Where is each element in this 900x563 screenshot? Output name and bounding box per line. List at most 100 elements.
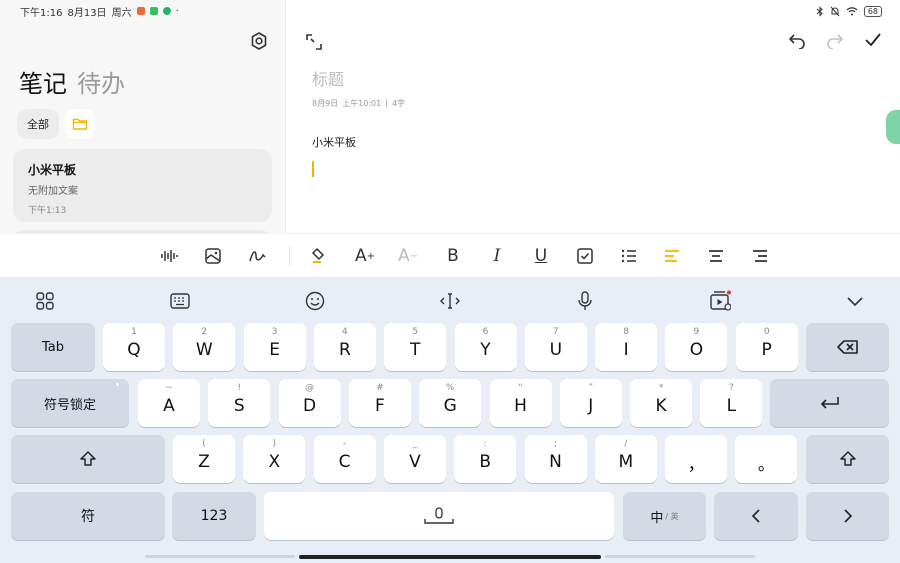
key-f[interactable]: # F xyxy=(348,379,411,427)
key-o[interactable]: 9O xyxy=(665,323,728,371)
tab-key[interactable]: Tab xyxy=(11,323,95,371)
key-u[interactable]: 7U xyxy=(524,323,587,371)
key-e[interactable]: 3E xyxy=(243,323,306,371)
key-g[interactable]: % G xyxy=(419,379,482,427)
voice-record-icon[interactable] xyxy=(159,246,179,266)
align-right-icon[interactable] xyxy=(750,246,770,266)
key-label: O xyxy=(689,340,704,360)
bullet-list-icon[interactable] xyxy=(619,246,639,266)
backspace-key[interactable] xyxy=(806,323,889,371)
settings-icon[interactable] xyxy=(249,31,269,51)
key-label: B xyxy=(479,452,492,472)
key-j[interactable]: ” J xyxy=(559,379,622,427)
tab-todo[interactable]: 待办 xyxy=(77,64,125,99)
note-list-item[interactable]: 小米平板 无附加文案 下午1:13 xyxy=(13,149,272,222)
key-label: D xyxy=(303,396,317,416)
key-label: A xyxy=(163,396,175,416)
key-label: J xyxy=(588,396,594,416)
number-key[interactable]: 123 xyxy=(172,492,256,540)
key-i[interactable]: 8I xyxy=(595,323,658,371)
folder-button[interactable] xyxy=(65,109,95,139)
note-time: 下午1:13 xyxy=(28,206,67,216)
insert-image-icon[interactable] xyxy=(203,246,223,266)
italic-icon[interactable]: I xyxy=(487,246,507,266)
key-a[interactable]: ~ A xyxy=(138,379,200,427)
emoji-icon[interactable] xyxy=(304,290,326,312)
note-title-input[interactable]: 标题 xyxy=(312,66,344,90)
undo-icon[interactable] xyxy=(788,31,806,49)
hide-keyboard-icon[interactable] xyxy=(844,290,866,312)
symbol-key[interactable]: 符 xyxy=(11,492,165,540)
key-r[interactable]: 4R xyxy=(313,323,376,371)
key-label: Z xyxy=(198,452,210,472)
key-q[interactable]: 1Q xyxy=(103,323,165,371)
key-n[interactable]: ; N xyxy=(524,435,587,483)
key-z[interactable]: (Z xyxy=(173,435,235,483)
key-w[interactable]: 2W xyxy=(173,323,236,371)
keyboard-layout-icon[interactable] xyxy=(169,290,191,312)
key-l[interactable]: ? L xyxy=(700,379,763,427)
decrease-font-size-icon[interactable]: A − xyxy=(398,246,418,266)
shift-key-right[interactable] xyxy=(806,435,889,483)
floating-side-handle[interactable] xyxy=(886,110,900,144)
key-y[interactable]: 6Y xyxy=(454,323,517,371)
key-label: P xyxy=(761,340,772,360)
wifi-icon xyxy=(846,7,858,16)
note-body-text[interactable]: 小米平板 xyxy=(312,134,356,150)
key-b[interactable]: :B xyxy=(454,435,517,483)
key-label: V xyxy=(409,452,421,472)
key-s[interactable]: ! S xyxy=(208,379,271,427)
enter-key[interactable] xyxy=(770,379,889,427)
clipboard-video-icon[interactable] xyxy=(709,290,731,312)
filter-all-button[interactable]: 全部 xyxy=(17,109,59,139)
tab-notes[interactable]: 笔记 xyxy=(19,64,67,99)
voice-input-icon[interactable] xyxy=(574,290,596,312)
language-switch-key[interactable]: 中 / 英 xyxy=(623,492,706,540)
fullscreen-icon[interactable] xyxy=(305,33,323,51)
cursor-right-key[interactable] xyxy=(806,492,889,540)
key-p[interactable]: 0P xyxy=(735,323,798,371)
symbol-key-label: 符 xyxy=(81,509,95,525)
soft-keyboard: Tab 符号锁定 符 123 中 / 英 1 Q 2 W 3 E 4 R 5 T… xyxy=(0,277,900,563)
key-d[interactable]: @ D xyxy=(278,379,341,427)
increase-font-size-icon[interactable]: A + xyxy=(355,246,375,266)
lang-sub-label: / 英 xyxy=(665,511,679,521)
key-h[interactable]: “H xyxy=(489,379,552,427)
key-x[interactable]: ) X xyxy=(243,435,306,483)
key-label: L xyxy=(726,396,737,416)
note-meta: 8月9日 上午10:01 | 4字 xyxy=(312,98,405,109)
space-key[interactable] xyxy=(264,492,614,540)
status-weekday: 周六 xyxy=(111,7,132,19)
home-indicator[interactable] xyxy=(299,555,601,559)
key-label: K xyxy=(655,396,667,416)
highlight-pen-icon[interactable] xyxy=(309,246,329,266)
keyboard-apps-icon[interactable] xyxy=(34,290,56,312)
key-label: M xyxy=(618,452,634,472)
key-t[interactable]: 5T xyxy=(384,323,447,371)
redo-icon[interactable] xyxy=(826,31,844,49)
key-label: X xyxy=(268,452,281,472)
key-c[interactable]: -C xyxy=(313,435,376,483)
shift-key-left[interactable] xyxy=(11,435,165,483)
underline-icon[interactable]: U xyxy=(531,246,551,266)
meta-divider: | xyxy=(385,98,388,107)
align-center-icon[interactable] xyxy=(706,246,726,266)
checklist-icon[interactable] xyxy=(575,246,595,266)
note-date: 8月9日 xyxy=(312,99,339,108)
handwriting-icon[interactable] xyxy=(247,246,267,266)
bold-icon[interactable]: B xyxy=(443,246,463,266)
cursor-left-key[interactable] xyxy=(714,492,798,540)
number-key-label: 123 xyxy=(200,508,228,524)
symbol-lock-key[interactable]: 符号锁定 xyxy=(11,379,129,427)
confirm-check-icon[interactable] xyxy=(864,31,882,49)
align-left-icon[interactable] xyxy=(662,246,682,266)
cursor-move-icon[interactable] xyxy=(439,290,461,312)
tab-key-label: Tab xyxy=(41,339,64,355)
key-k[interactable]: * K xyxy=(630,379,693,427)
key-v[interactable]: _ V xyxy=(383,435,446,483)
key-。[interactable]: 。 xyxy=(735,435,798,483)
status-bar-right: 68 xyxy=(816,4,882,18)
key-label: R xyxy=(338,340,351,360)
key-m[interactable]: / M xyxy=(594,435,657,483)
key-，[interactable]: ， xyxy=(665,435,728,483)
